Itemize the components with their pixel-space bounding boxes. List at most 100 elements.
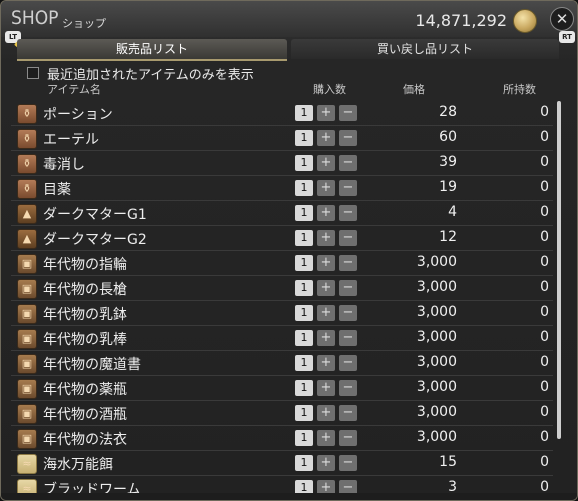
chest-icon: ▣ [17, 404, 37, 424]
item-list[interactable]: ⚱ ポーション 1 + − 28 0 ⚱ エーテル 1 + − 60 0 ⚱ 毒… [1, 101, 577, 493]
item-row[interactable]: ▣ 年代物の長槍 1 + − 3,000 0 [11, 276, 553, 300]
decrease-quantity-button[interactable]: − [339, 380, 357, 396]
bait-icon-glyph: ≈ [22, 482, 32, 493]
decrease-quantity-button[interactable]: − [339, 105, 357, 121]
decrease-quantity-button[interactable]: − [339, 330, 357, 346]
decrease-quantity-button[interactable]: − [339, 180, 357, 196]
chest-icon: ▣ [17, 254, 37, 274]
item-price: 3,000 [416, 379, 457, 395]
quantity-field[interactable]: 1 [295, 130, 313, 146]
item-row[interactable]: ⚱ 目薬 1 + − 19 0 [11, 176, 553, 200]
item-name: 年代物の長槍 [43, 282, 127, 298]
decrease-quantity-button[interactable]: − [339, 230, 357, 246]
recent-filter-checkbox[interactable] [27, 67, 39, 79]
item-price: 60 [439, 129, 457, 145]
decrease-quantity-button[interactable]: − [339, 480, 357, 493]
item-price: 4 [448, 204, 457, 220]
increase-quantity-button[interactable]: + [317, 205, 335, 221]
item-row[interactable]: ≈ ブラッドワーム 1 + − 3 0 [11, 476, 553, 493]
item-name: 年代物の乳鉢 [43, 307, 127, 323]
quantity-field[interactable]: 1 [295, 305, 313, 321]
tab-sell-list[interactable]: 販売品リスト [17, 39, 287, 61]
quantity-field[interactable]: 1 [295, 280, 313, 296]
item-row[interactable]: ≈ 海水万能餌 1 + − 15 0 [11, 451, 553, 475]
decrease-quantity-button[interactable]: − [339, 405, 357, 421]
item-price: 3,000 [416, 329, 457, 345]
increase-quantity-button[interactable]: + [317, 405, 335, 421]
potion-icon-glyph: ⚱ [22, 182, 32, 195]
quantity-field[interactable]: 1 [295, 430, 313, 446]
decrease-quantity-button[interactable]: − [339, 280, 357, 296]
increase-quantity-button[interactable]: + [317, 155, 335, 171]
chest-icon: ▣ [17, 279, 37, 299]
increase-quantity-button[interactable]: + [317, 455, 335, 471]
item-price: 3 [448, 479, 457, 493]
item-row[interactable]: ▣ 年代物の酒瓶 1 + − 3,000 0 [11, 401, 553, 425]
item-row[interactable]: ▣ 年代物の薬瓶 1 + − 3,000 0 [11, 376, 553, 400]
increase-quantity-button[interactable]: + [317, 255, 335, 271]
quantity-field[interactable]: 1 [295, 155, 313, 171]
increase-quantity-button[interactable]: + [317, 380, 335, 396]
column-header-item: アイテム名 [47, 83, 101, 96]
item-row[interactable]: ▲ ダークマターG1 1 + − 4 0 [11, 201, 553, 225]
quantity-field[interactable]: 1 [295, 255, 313, 271]
decrease-quantity-button[interactable]: − [339, 155, 357, 171]
item-name: 年代物の魔道書 [43, 357, 141, 373]
chest-icon-glyph: ▣ [21, 357, 33, 370]
increase-quantity-button[interactable]: + [317, 280, 335, 296]
increase-quantity-button[interactable]: + [317, 230, 335, 246]
quantity-field[interactable]: 1 [295, 480, 313, 493]
bait-icon: ≈ [17, 454, 37, 474]
quantity-field[interactable]: 1 [295, 205, 313, 221]
item-owned-count: 0 [540, 254, 549, 270]
decrease-quantity-button[interactable]: − [339, 455, 357, 471]
decrease-quantity-button[interactable]: − [339, 430, 357, 446]
quantity-field[interactable]: 1 [295, 380, 313, 396]
item-row[interactable]: ⚱ 毒消し 1 + − 39 0 [11, 151, 553, 175]
item-name: ポーション [43, 107, 113, 123]
quantity-field[interactable]: 1 [295, 230, 313, 246]
quantity-field[interactable]: 1 [295, 455, 313, 471]
increase-quantity-button[interactable]: + [317, 105, 335, 121]
tab-buyback-list[interactable]: 買い戻し品リスト [291, 39, 559, 59]
close-button[interactable]: ✕ [550, 7, 574, 31]
increase-quantity-button[interactable]: + [317, 355, 335, 371]
decrease-quantity-button[interactable]: − [339, 255, 357, 271]
item-row[interactable]: ▣ 年代物の指輪 1 + − 3,000 0 [11, 251, 553, 275]
decrease-quantity-button[interactable]: − [339, 305, 357, 321]
quantity-field[interactable]: 1 [295, 355, 313, 371]
item-owned-count: 0 [540, 179, 549, 195]
item-owned-count: 0 [540, 329, 549, 345]
chest-icon-glyph: ▣ [21, 282, 33, 295]
increase-quantity-button[interactable]: + [317, 180, 335, 196]
quantity-field[interactable]: 1 [295, 405, 313, 421]
item-row[interactable]: ⚱ エーテル 1 + − 60 0 [11, 126, 553, 150]
item-price: 12 [439, 229, 457, 245]
item-owned-count: 0 [540, 454, 549, 470]
item-owned-count: 0 [540, 404, 549, 420]
decrease-quantity-button[interactable]: − [339, 355, 357, 371]
quantity-field[interactable]: 1 [295, 330, 313, 346]
item-name: 年代物の酒瓶 [43, 407, 127, 423]
chest-icon: ▣ [17, 429, 37, 449]
increase-quantity-button[interactable]: + [317, 430, 335, 446]
increase-quantity-button[interactable]: + [317, 330, 335, 346]
dark-matter-icon-glyph: ▲ [22, 232, 32, 245]
item-row[interactable]: ▣ 年代物の乳棒 1 + − 3,000 0 [11, 326, 553, 350]
item-row[interactable]: ⚱ ポーション 1 + − 28 0 [11, 101, 553, 125]
quantity-field[interactable]: 1 [295, 180, 313, 196]
item-row[interactable]: ▣ 年代物の魔道書 1 + − 3,000 0 [11, 351, 553, 375]
scroll-thumb[interactable] [557, 101, 561, 439]
increase-quantity-button[interactable]: + [317, 130, 335, 146]
item-row[interactable]: ▲ ダークマターG2 1 + − 12 0 [11, 226, 553, 250]
increase-quantity-button[interactable]: + [317, 480, 335, 493]
item-name: 年代物の指輪 [43, 257, 127, 273]
increase-quantity-button[interactable]: + [317, 305, 335, 321]
item-row[interactable]: ▣ 年代物の法衣 1 + − 3,000 0 [11, 426, 553, 450]
decrease-quantity-button[interactable]: − [339, 130, 357, 146]
decrease-quantity-button[interactable]: − [339, 205, 357, 221]
quantity-field[interactable]: 1 [295, 105, 313, 121]
item-row[interactable]: ▣ 年代物の乳鉢 1 + − 3,000 0 [11, 301, 553, 325]
chest-icon-glyph: ▣ [21, 257, 33, 270]
item-name: ダークマターG1 [43, 207, 147, 223]
